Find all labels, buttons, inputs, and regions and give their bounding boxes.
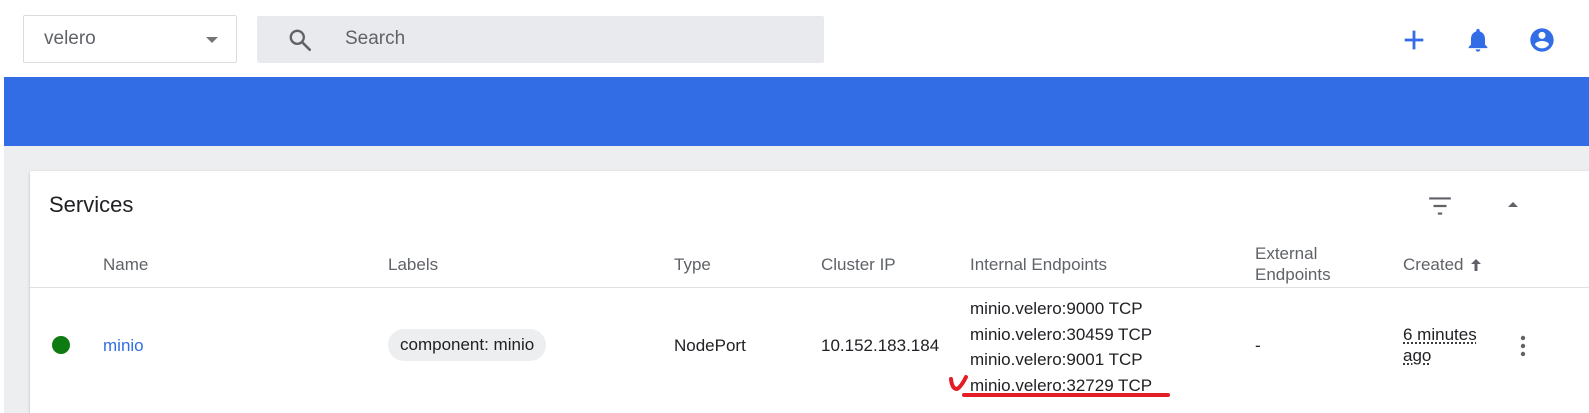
row-actions-menu-icon[interactable] [1516,334,1530,358]
annotation-underline [962,393,1170,397]
status-running-icon [52,336,70,354]
label-chip: component: minio [388,329,547,361]
cluster-ip: 10.152.183.184 [821,336,940,355]
dropdown-arrow-icon [206,37,218,43]
add-icon[interactable] [1400,26,1428,54]
collapse-icon[interactable] [1505,199,1521,211]
service-name-link[interactable]: minio [103,336,144,355]
internal-endpoints-list: minio.velero:9000 TCP minio.velero:30459… [970,296,1152,398]
column-header-created-label: Created [1403,255,1464,274]
column-header-internal-endpoints: Internal Endpoints [970,255,1108,274]
card-title: Services [49,192,134,217]
created-age: 6 minutes ago [1403,324,1477,366]
created-age-line1: 6 minutes [1403,325,1477,344]
table-header-divider [30,287,1589,288]
column-header-external-endpoints: External Endpoints [1255,243,1331,285]
notifications-icon[interactable] [1464,26,1492,54]
service-type: NodePort [674,336,746,355]
column-header-external-line2: Endpoints [1255,265,1331,284]
services-card: Services Name Labels Type Cluster IP Int… [30,171,1589,413]
annotation-checkmark [949,375,968,392]
account-icon[interactable] [1528,26,1556,54]
column-header-cluster-ip: Cluster IP [821,255,896,274]
created-age-line2: ago [1403,346,1432,365]
search-bar [257,16,824,63]
column-header-created[interactable]: Created [1403,254,1483,275]
internal-endpoint: minio.velero:9001 TCP [970,350,1143,369]
column-header-name[interactable]: Name [103,254,148,275]
search-input[interactable] [345,22,805,56]
column-header-labels: Labels [388,255,439,274]
sort-ascending-icon [1471,258,1482,271]
column-header-type: Type [674,255,711,274]
search-icon[interactable] [287,27,313,53]
external-endpoints: - [1255,336,1261,355]
namespace-value: velero [44,28,96,49]
column-header-external-line1: External [1255,244,1318,263]
page-header-band [4,77,1589,146]
filter-icon[interactable] [1427,195,1453,217]
internal-endpoint: minio.velero:30459 TCP [970,324,1153,344]
top-toolbar: velero [4,11,1589,77]
namespace-selector[interactable]: velero [23,15,237,63]
internal-endpoint: minio.velero:9000 TCP [970,299,1143,318]
